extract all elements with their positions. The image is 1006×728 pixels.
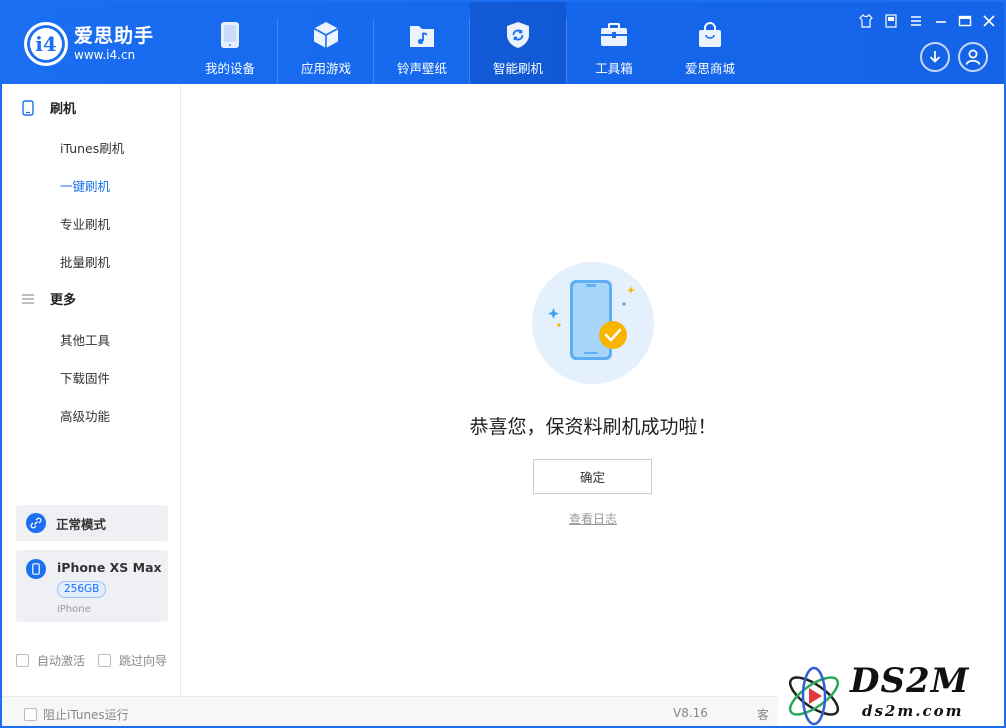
watermark-domain: ds2m.com bbox=[862, 702, 964, 720]
nav-toolbox[interactable]: 工具箱 bbox=[566, 2, 662, 84]
minimize-icon[interactable] bbox=[933, 14, 949, 30]
sidebar-item-pro-flash[interactable]: 专业刷机 bbox=[60, 214, 110, 233]
checkbox-label: 自动激活 bbox=[37, 654, 86, 668]
shopping-bag-icon bbox=[695, 20, 725, 50]
auto-activate-checkbox[interactable]: 自动激活 bbox=[16, 652, 85, 669]
download-icon[interactable] bbox=[920, 42, 950, 72]
checkbox-box bbox=[16, 654, 29, 667]
music-folder-icon bbox=[407, 20, 437, 50]
nav-i4-store[interactable]: 爱思商城 bbox=[662, 2, 758, 84]
sidebar-item-other-tools[interactable]: 其他工具 bbox=[60, 330, 110, 349]
skin-icon[interactable] bbox=[858, 13, 874, 30]
device-mode-label: 正常模式 bbox=[56, 516, 107, 532]
sidebar-item-download-firmware[interactable]: 下载固件 bbox=[60, 368, 110, 387]
app-url: www.i4.cn bbox=[74, 48, 136, 62]
checkbox-label: 阻止iTunes运行 bbox=[43, 708, 129, 722]
app-window: i4 爱思助手 www.i4.cn 我的设备 应用游戏 铃声壁纸 智能刷机 工具… bbox=[0, 0, 1006, 728]
checkbox-label: 跳过向导 bbox=[119, 654, 168, 668]
device-mode-card: 正常模式 bbox=[16, 505, 168, 541]
footer-partial-text: 客 bbox=[757, 708, 770, 722]
phone-icon bbox=[215, 20, 245, 50]
sidebar-section-more[interactable]: 更多 bbox=[20, 289, 76, 308]
confirm-button[interactable]: 确定 bbox=[533, 459, 652, 494]
storage-badge: 256GB bbox=[57, 581, 107, 598]
nav-label: 铃声壁纸 bbox=[396, 61, 447, 76]
sidebar-item-batch-flash[interactable]: 批量刷机 bbox=[60, 252, 110, 271]
nav-label: 工具箱 bbox=[595, 61, 633, 76]
main-content: 恭喜您，保资料刷机成功啦！ 确定 查看日志 bbox=[182, 84, 1004, 696]
device-info-card: iPhone XS Max 256GB iPhone bbox=[16, 550, 168, 622]
flash-success-illustration bbox=[532, 262, 654, 384]
skip-guide-checkbox[interactable]: 跳过向导 bbox=[98, 652, 167, 669]
phone-outline-icon bbox=[20, 99, 36, 116]
version-label: V8.16 bbox=[673, 706, 708, 720]
device-name: iPhone XS Max bbox=[57, 560, 162, 575]
nav-label: 爱思商城 bbox=[684, 61, 735, 76]
nav-label: 应用游戏 bbox=[300, 61, 351, 76]
list-icon bbox=[20, 291, 36, 307]
menu-icon[interactable] bbox=[908, 14, 924, 30]
block-itunes-checkbox[interactable]: 阻止iTunes运行 bbox=[24, 706, 129, 723]
nav-my-device[interactable]: 我的设备 bbox=[182, 2, 278, 84]
app-logo: i4 爱思助手 www.i4.cn bbox=[24, 20, 184, 68]
maximize-icon[interactable] bbox=[957, 14, 973, 30]
close-icon[interactable] bbox=[981, 14, 997, 30]
device-type: iPhone bbox=[57, 604, 91, 615]
watermark-brand: DS2M bbox=[850, 661, 970, 701]
atom-logo-icon bbox=[788, 666, 840, 726]
nav-label: 我的设备 bbox=[204, 61, 255, 76]
checkbox-box bbox=[98, 654, 111, 667]
toolbox-icon bbox=[599, 20, 629, 50]
link-mode-icon bbox=[26, 513, 46, 533]
refresh-shield-icon bbox=[503, 20, 533, 50]
nav-label: 智能刷机 bbox=[492, 61, 543, 76]
i4-logo-icon: i4 bbox=[24, 22, 68, 66]
app-name: 爱思助手 bbox=[74, 25, 155, 47]
nav-ringtones-wallpapers[interactable]: 铃声壁纸 bbox=[374, 2, 470, 84]
sidebar-item-one-click-flash[interactable]: 一键刷机 bbox=[60, 176, 110, 195]
header-bar: i4 爱思助手 www.i4.cn 我的设备 应用游戏 铃声壁纸 智能刷机 工具… bbox=[2, 2, 1004, 84]
feedback-icon[interactable] bbox=[883, 14, 899, 30]
ds2m-watermark: DS2M ds2m.com bbox=[778, 660, 1004, 726]
device-phone-icon bbox=[26, 559, 46, 579]
sidebar-item-itunes-flash[interactable]: iTunes刷机 bbox=[60, 138, 124, 157]
nav-apps-games[interactable]: 应用游戏 bbox=[278, 2, 374, 84]
sidebar: 刷机 iTunes刷机 一键刷机 专业刷机 批量刷机 更多 其他工具 下载固件 … bbox=[2, 84, 181, 696]
sidebar-item-advanced[interactable]: 高级功能 bbox=[60, 406, 110, 425]
nav-smart-flash[interactable]: 智能刷机 bbox=[470, 2, 566, 84]
sidebar-section-flash[interactable]: 刷机 bbox=[20, 98, 76, 117]
view-log-link[interactable]: 查看日志 bbox=[182, 510, 1004, 527]
user-account-icon[interactable] bbox=[958, 42, 988, 72]
sidebar-section-label: 更多 bbox=[50, 293, 77, 308]
cube-icon bbox=[311, 20, 341, 50]
checkbox-box bbox=[24, 708, 37, 721]
success-message: 恭喜您，保资料刷机成功啦！ bbox=[469, 416, 717, 438]
sidebar-section-label: 刷机 bbox=[50, 102, 77, 117]
